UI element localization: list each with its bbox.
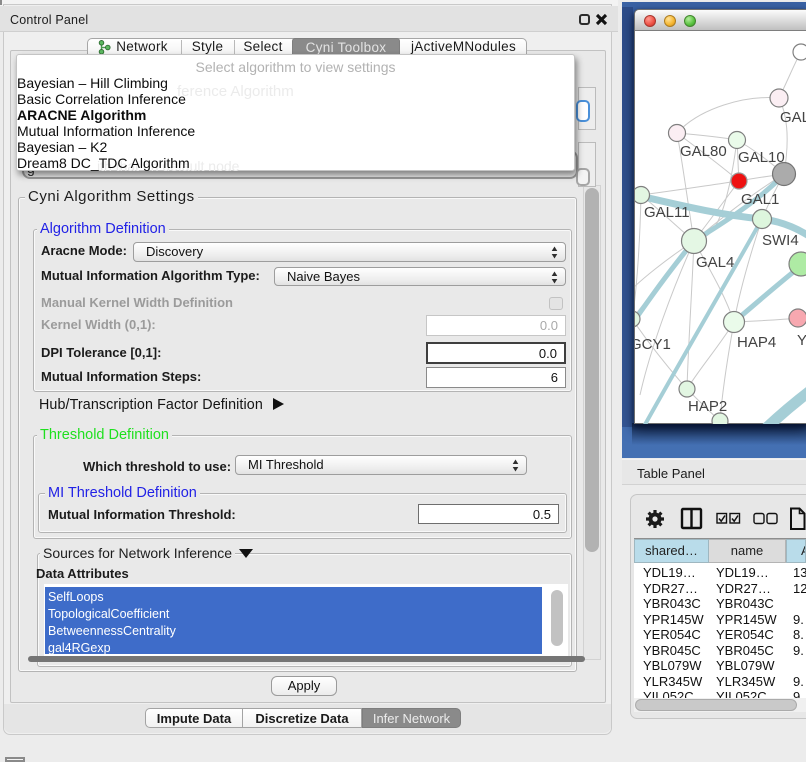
svg-text:GAL1: GAL1: [741, 191, 779, 208]
svg-text:GAL80: GAL80: [680, 143, 727, 160]
svg-text:HAP4: HAP4: [737, 334, 776, 351]
svg-text:GCY1: GCY1: [635, 336, 671, 353]
svg-text:GAL4: GAL4: [696, 254, 734, 271]
svg-text:GAL: GAL: [780, 109, 806, 126]
svg-text:GAL10: GAL10: [738, 149, 785, 166]
svg-text:Y: Y: [797, 332, 806, 349]
svg-text:GAL11: GAL11: [644, 204, 690, 221]
svg-text:SWI4: SWI4: [762, 232, 799, 249]
svg-text:HAP2: HAP2: [688, 398, 727, 415]
